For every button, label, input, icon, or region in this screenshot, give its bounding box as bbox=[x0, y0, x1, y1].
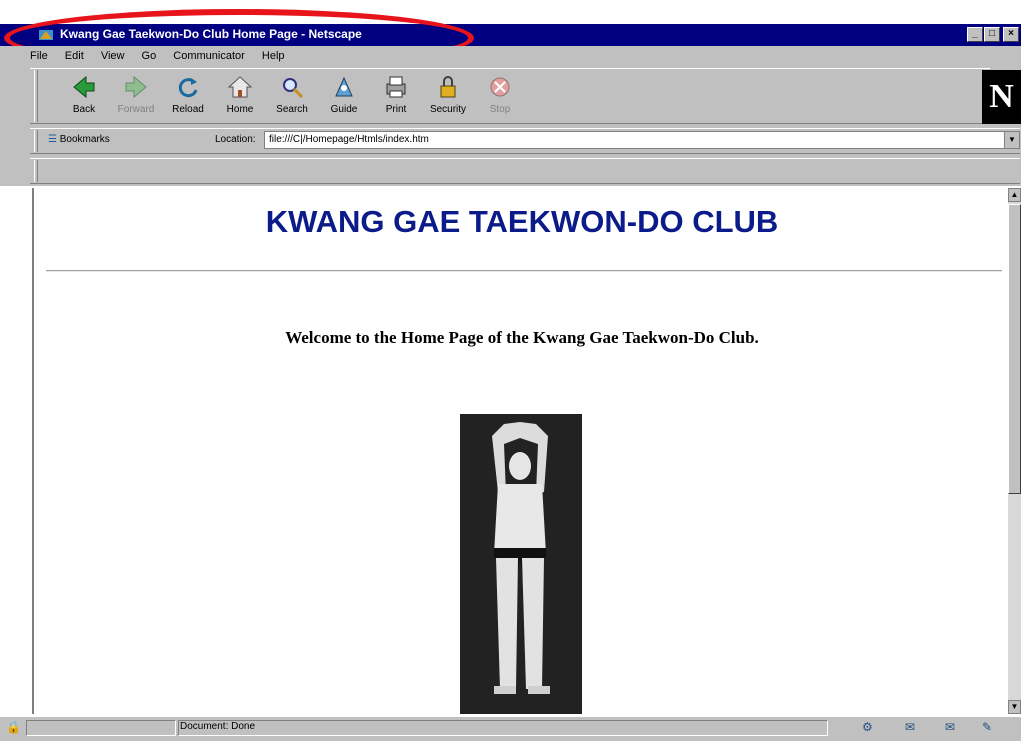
scroll-thumb[interactable] bbox=[1008, 204, 1021, 494]
bookmarks-label: Bookmarks bbox=[59, 134, 110, 145]
minimize-button[interactable]: _ bbox=[967, 27, 983, 42]
navigator-icon[interactable]: ⚙ bbox=[862, 720, 873, 734]
home-icon bbox=[227, 76, 253, 98]
composer-icon[interactable]: ✎ bbox=[982, 720, 992, 734]
horizontal-rule bbox=[46, 270, 1002, 272]
bookmarks-icon: ☰ bbox=[48, 134, 57, 145]
search-icon bbox=[283, 78, 304, 99]
close-button[interactable]: × bbox=[1003, 27, 1019, 42]
reload-icon bbox=[178, 78, 198, 98]
discussions-icon[interactable]: ✉ bbox=[945, 720, 955, 734]
home-label: Home bbox=[226, 104, 254, 115]
bookmarks-button[interactable]: ☰ Bookmarks bbox=[48, 134, 110, 145]
mail-icon[interactable]: ✉ bbox=[905, 720, 915, 734]
progress-pane bbox=[26, 720, 176, 736]
print-icon bbox=[386, 76, 406, 98]
print-button[interactable]: Print bbox=[370, 74, 422, 122]
forward-arrow-icon bbox=[125, 75, 147, 99]
menu-communicator[interactable]: Communicator bbox=[173, 50, 245, 62]
guide-icon bbox=[335, 76, 353, 97]
page-heading: KWANG GAE TAEKWON-DO CLUB bbox=[265, 204, 779, 239]
personal-toolbar-grip[interactable] bbox=[34, 160, 38, 182]
stop-button[interactable]: Stop bbox=[474, 74, 526, 122]
menu-view[interactable]: View bbox=[101, 50, 125, 62]
back-arrow-icon bbox=[73, 75, 95, 99]
menu-edit[interactable]: Edit bbox=[65, 50, 84, 62]
back-button[interactable]: Back bbox=[58, 74, 110, 122]
security-button[interactable]: Security bbox=[422, 74, 474, 122]
stop-icon bbox=[490, 77, 510, 97]
search-label: Search bbox=[276, 104, 308, 115]
guide-button[interactable]: Guide bbox=[318, 74, 370, 122]
forward-button[interactable]: Forward bbox=[110, 74, 162, 122]
location-label: Location: bbox=[215, 134, 256, 145]
menu-go[interactable]: Go bbox=[142, 50, 157, 62]
security-lock-icon[interactable]: 🔒 bbox=[6, 720, 21, 734]
netscape-logo[interactable]: N bbox=[982, 70, 1021, 124]
home-button[interactable]: Home bbox=[214, 74, 266, 122]
location-dropdown-button[interactable]: ▼ bbox=[1004, 131, 1020, 149]
scroll-up-button[interactable]: ▲ bbox=[1008, 188, 1021, 202]
reload-label: Reload bbox=[172, 104, 204, 115]
menu-bar: File Edit View Go Communicator Help bbox=[30, 50, 299, 64]
back-label: Back bbox=[72, 104, 96, 115]
guide-label: Guide bbox=[330, 104, 358, 115]
personal-toolbar bbox=[30, 158, 1020, 184]
reload-button[interactable]: Reload bbox=[162, 74, 214, 122]
menu-file[interactable]: File bbox=[30, 50, 48, 62]
page-content: KWANG GAE TAEKWON-DO CLUB Welcome to the… bbox=[32, 188, 1008, 714]
taekwondo-photo bbox=[460, 414, 582, 714]
toolbar-grip[interactable] bbox=[34, 70, 38, 122]
status-pane bbox=[178, 720, 828, 736]
welcome-text: Welcome to the Home Page of the Kwang Ga… bbox=[285, 328, 759, 347]
menu-help[interactable]: Help bbox=[262, 50, 285, 62]
scroll-down-button[interactable]: ▼ bbox=[1008, 700, 1021, 714]
stop-label: Stop bbox=[489, 104, 511, 115]
lock-icon bbox=[440, 76, 456, 98]
status-text: Document: Done bbox=[180, 721, 256, 732]
maximize-button[interactable]: □ bbox=[984, 27, 1000, 42]
location-grip[interactable] bbox=[34, 130, 38, 152]
forward-label: Forward bbox=[117, 104, 155, 115]
print-label: Print bbox=[385, 104, 407, 115]
search-button[interactable]: Search bbox=[266, 74, 318, 122]
location-input[interactable]: file:///C|/Homepage/Htmls/index.htm bbox=[264, 131, 1009, 149]
security-label: Security bbox=[429, 104, 467, 115]
